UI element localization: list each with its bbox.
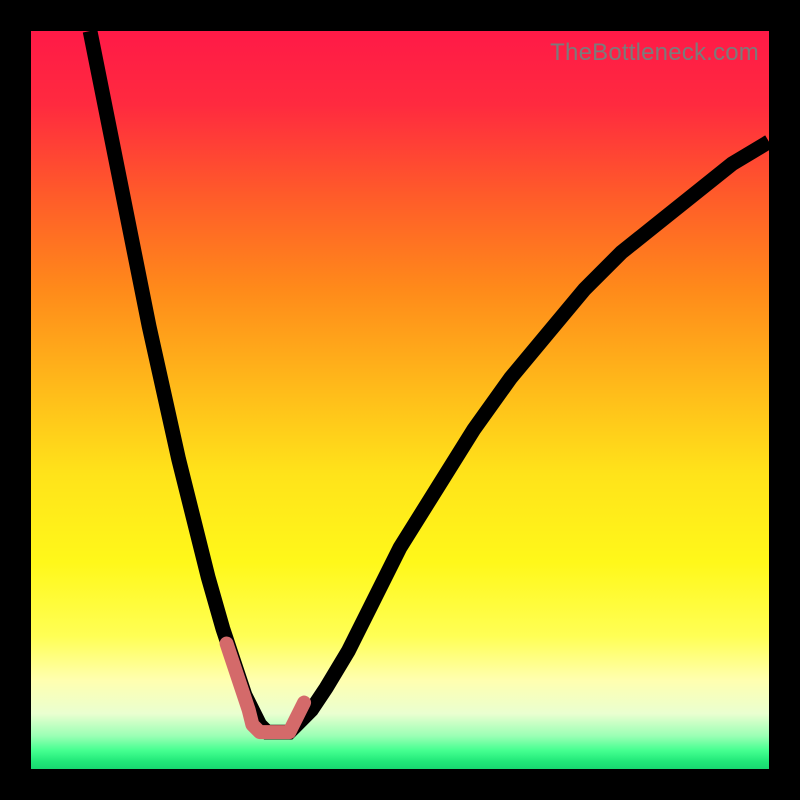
- highlighted-minimum-region: [227, 644, 304, 733]
- bottleneck-curve: [90, 31, 769, 732]
- chart-svg: [31, 31, 769, 769]
- chart-frame: TheBottleneck.com: [0, 0, 800, 800]
- plot-area: TheBottleneck.com: [31, 31, 769, 769]
